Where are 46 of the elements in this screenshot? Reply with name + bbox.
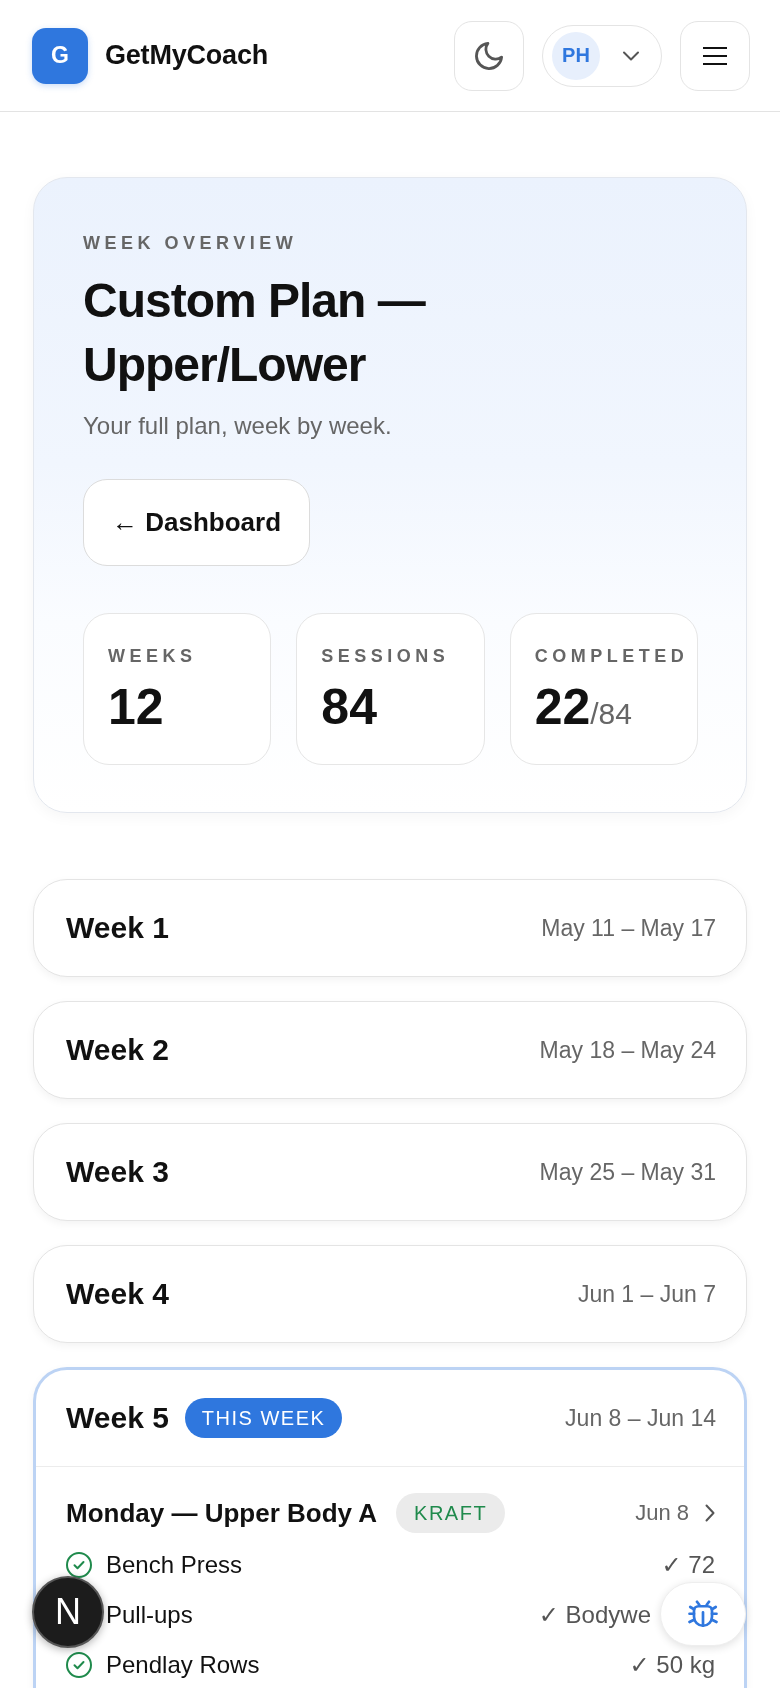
week-dates: Jun 1 – Jun 7 — [577, 1280, 716, 1308]
stat-label: COMPLETED — [534, 645, 689, 668]
avatar: PH — [552, 31, 600, 80]
back-button[interactable]: ← Dashboard — [83, 479, 311, 566]
week-card[interactable]: Week 1 May 11 – May 17 — [33, 879, 747, 977]
overview-label: WEEK OVERVIEW — [83, 232, 298, 254]
week-card[interactable]: Week 4 Jun 1 – Jun 7 — [33, 1245, 747, 1343]
session-tag: KRAFT — [396, 1493, 506, 1533]
exercise-result: ✓ 50 kg — [629, 1652, 715, 1678]
week-dates: Jun 8 – Jun 14 — [565, 1404, 716, 1432]
week-dates: May 18 – May 24 — [539, 1036, 716, 1064]
page-title: Custom Plan — Upper/Lower — [83, 273, 427, 393]
chevron-down-icon — [622, 50, 640, 61]
exercise-result: ✓ 72 — [661, 1552, 715, 1578]
exercise-name: Pull-ups — [106, 1602, 193, 1628]
stat-value: 22 — [534, 679, 591, 735]
session-date: Jun 8 — [635, 1500, 689, 1526]
moon-icon — [475, 41, 503, 70]
stat-value: 12 — [108, 679, 164, 735]
menu-icon — [702, 45, 728, 66]
stat-label: SESSIONS — [321, 645, 450, 668]
bug-icon — [688, 1599, 718, 1629]
exercise-result: ✓ Bodywe — [538, 1602, 651, 1628]
week-title: Week 3 — [66, 1155, 169, 1189]
chevron-right-icon[interactable] — [705, 1504, 715, 1522]
exercise-name: Pendlay Rows — [106, 1652, 260, 1678]
brand-name: GetMyCoach — [105, 40, 269, 71]
menu-button[interactable] — [680, 20, 750, 91]
week-card[interactable]: Week 2 May 18 – May 24 — [33, 1001, 747, 1099]
week-dates: May 11 – May 17 — [541, 914, 716, 942]
week-title: Week 2 — [66, 1033, 169, 1067]
brand-logo: G — [32, 27, 88, 84]
week-title: Week 4 — [66, 1277, 169, 1311]
session-title: Monday — Upper Body A — [66, 1497, 378, 1529]
week-title: Week 1 — [66, 911, 169, 945]
theme-toggle-button[interactable] — [454, 20, 524, 91]
stat-value: 84 — [321, 679, 377, 735]
week-title: Week 5 — [66, 1401, 169, 1435]
stat-label: WEEKS — [108, 645, 197, 668]
week-card[interactable]: Week 3 May 25 – May 31 — [33, 1123, 747, 1221]
week-dates: May 25 – May 31 — [539, 1158, 716, 1186]
page-subtitle: Your full plan, week by week. — [83, 411, 392, 441]
profile-menu-button[interactable]: PH — [542, 24, 662, 87]
exercise-name: Bench Press — [106, 1552, 243, 1578]
stat-total: /84 — [590, 697, 632, 732]
current-week-badge: THIS WEEK — [184, 1398, 343, 1438]
